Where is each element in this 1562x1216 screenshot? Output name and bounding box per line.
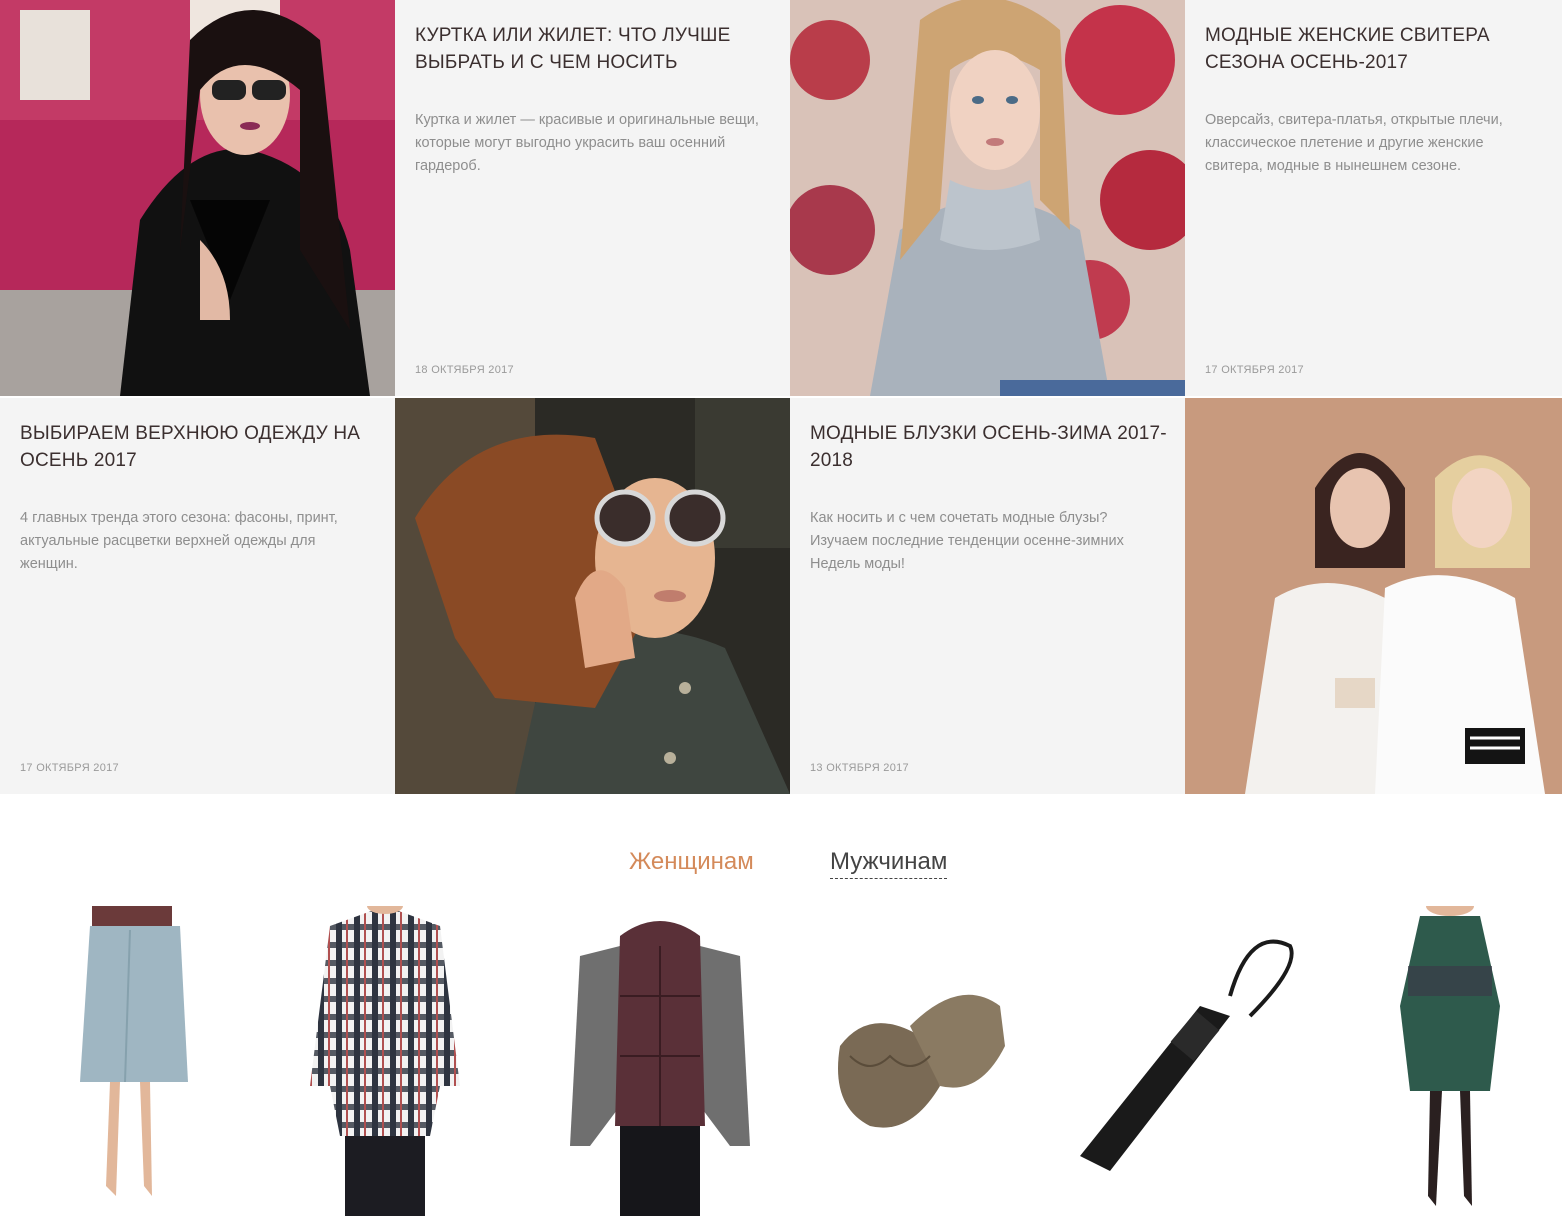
article-1-photo[interactable] — [0, 0, 395, 396]
umbrella-product-image — [1080, 939, 1294, 1171]
article-title[interactable]: Куртка или жилет: что лучше выбрать и с … — [415, 22, 772, 76]
gender-tabs: Женщинам Мужчинам — [0, 846, 1562, 882]
products-carousel — [0, 906, 1562, 1216]
tab-men[interactable]: Мужчинам — [830, 846, 948, 879]
article-date: 17 октября 2017 — [20, 762, 119, 774]
article-title[interactable]: Модные блузки осень-зима 2017-2018 — [810, 420, 1167, 474]
article-3-photo[interactable] — [395, 398, 790, 794]
product-card[interactable] — [70, 906, 200, 1216]
product-card[interactable] — [300, 906, 470, 1216]
product-card[interactable] — [830, 906, 1010, 1216]
article-date: 17 октября 2017 — [1205, 364, 1304, 376]
woman-leather-jacket-photo — [0, 0, 395, 396]
product-card[interactable] — [1380, 906, 1520, 1216]
article-2-photo[interactable] — [790, 0, 1185, 396]
article-date: 13 октября 2017 — [810, 762, 909, 774]
knit-dress-product-image — [1400, 906, 1500, 1206]
article-excerpt: 4 главных тренда этого сезона: фасоны, п… — [20, 510, 338, 572]
product-card[interactable] — [560, 906, 760, 1216]
article-excerpt: Куртка и жилет — красивые и оригинальные… — [415, 112, 759, 174]
plaid-shirt-product-image — [310, 906, 460, 1216]
woman-grey-sweater-photo — [790, 0, 1185, 396]
article-1-card[interactable]: Куртка или жилет: что лучше выбрать и с … — [395, 0, 790, 396]
product-card[interactable] — [1070, 906, 1310, 1216]
article-date: 18 октября 2017 — [415, 364, 514, 376]
article-3-card[interactable]: Выбираем верхнюю одежду на осень 2017 4 … — [0, 398, 395, 794]
tab-women[interactable]: Женщинам — [629, 846, 754, 878]
articles-grid: Куртка или жилет: что лучше выбрать и с … — [0, 0, 1562, 794]
knit-mittens-product-image — [838, 994, 1005, 1128]
article-excerpt: Оверсайз, свитера-платья, открытые плечи… — [1205, 112, 1503, 174]
article-title[interactable]: Выбираем верхнюю одежду на осень 2017 — [20, 420, 377, 474]
two-women-blouses-photo — [1185, 398, 1562, 794]
skirt-product-image — [80, 906, 188, 1196]
article-2-card[interactable]: Модные женские свитера сезона осень-2017… — [1185, 0, 1562, 396]
puffer-vest-product-image — [570, 921, 750, 1216]
article-excerpt: Как носить и с чем сочетать модные блузы… — [810, 510, 1124, 572]
article-title[interactable]: Модные женские свитера сезона осень-2017 — [1205, 22, 1544, 76]
woman-sunglasses-coat-photo — [395, 398, 790, 794]
article-4-card[interactable]: Модные блузки осень-зима 2017-2018 Как н… — [790, 398, 1185, 794]
article-4-photo[interactable] — [1185, 398, 1562, 794]
